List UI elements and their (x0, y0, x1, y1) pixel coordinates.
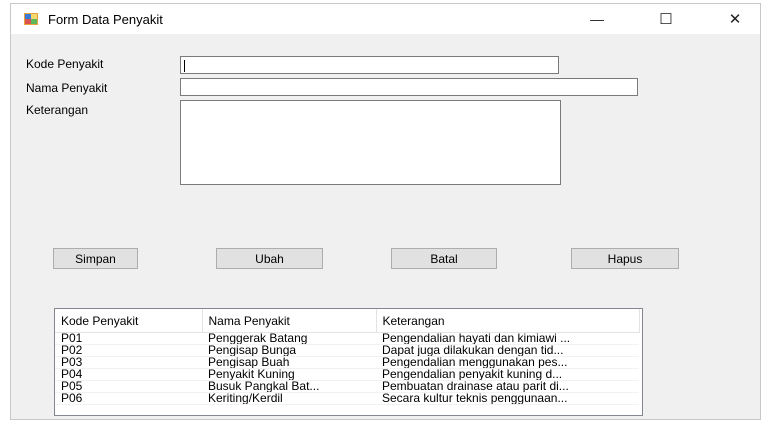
table-cell: P04 (55, 368, 202, 381)
table-cell: Penyakit Kuning (202, 368, 376, 381)
ubah-button[interactable]: Ubah (216, 248, 323, 269)
penyakit-data-grid[interactable]: Kode Penyakit Nama Penyakit Keterangan P… (54, 308, 643, 416)
table-row[interactable]: P03 Pengisap Buah Pengendalian menggunak… (55, 356, 639, 369)
kode-penyakit-label: Kode Penyakit (26, 57, 104, 71)
table-cell: P05 (55, 380, 202, 393)
column-header-keterangan[interactable]: Keterangan (376, 309, 640, 333)
form-app-icon (24, 13, 38, 25)
keterangan-textarea[interactable] (180, 100, 561, 185)
nama-penyakit-label: Nama Penyakit (26, 81, 108, 95)
column-header-nama[interactable]: Nama Penyakit (202, 309, 377, 333)
close-button[interactable]: ✕ (712, 4, 758, 34)
hapus-button[interactable]: Hapus (571, 248, 679, 269)
form-window: Form Data Penyakit — ☐ ✕ Kode Penyakit N… (10, 3, 761, 420)
table-cell: Keriting/Kerdil (202, 392, 376, 405)
table-cell: Busuk Pangkal Bat... (202, 380, 376, 393)
keterangan-label: Keterangan (26, 103, 89, 117)
table-header-row: Kode Penyakit Nama Penyakit Keterangan (55, 309, 640, 333)
table-row[interactable]: P06 Keriting/Kerdil Secara kultur teknis… (55, 392, 639, 405)
minimize-button[interactable]: — (574, 4, 620, 34)
table-cell: P02 (55, 344, 202, 357)
table-cell: Secara kultur teknis penggunaan... (376, 392, 639, 405)
table-row[interactable]: P01 Penggerak Batang Pengendalian hayati… (55, 332, 639, 345)
table-cell: P01 (55, 332, 202, 345)
table-cell: Pengisap Buah (202, 356, 376, 369)
table-cell: Penggerak Batang (202, 332, 376, 345)
table-cell: Pengendalian menggunakan pes... (376, 356, 639, 369)
table-cell: Pengendalian hayati dan kimiawi ... (376, 332, 639, 345)
batal-button[interactable]: Batal (391, 248, 497, 269)
table-row[interactable]: P04 Penyakit Kuning Pengendalian penyaki… (55, 368, 639, 381)
table-cell: Pembuatan drainase atau parit di... (376, 380, 639, 393)
table-cell: Pengendalian penyakit kuning d... (376, 368, 639, 381)
simpan-button[interactable]: Simpan (53, 248, 138, 269)
title-bar: Form Data Penyakit — ☐ ✕ (11, 4, 760, 34)
table-row[interactable]: P02 Pengisap Bunga Dapat juga dilakukan … (55, 344, 639, 357)
nama-penyakit-input[interactable] (180, 78, 638, 96)
table-row[interactable]: P05 Busuk Pangkal Bat... Pembuatan drain… (55, 380, 639, 393)
table-cell: P03 (55, 356, 202, 369)
table-cell: Dapat juga dilakukan dengan tid... (376, 344, 639, 357)
maximize-icon: ☐ (659, 11, 673, 28)
column-header-kode[interactable]: Kode Penyakit (55, 309, 203, 333)
kode-penyakit-input[interactable] (180, 56, 559, 74)
window-title: Form Data Penyakit (48, 12, 163, 27)
penyakit-table: Kode Penyakit Nama Penyakit Keterangan P… (55, 309, 640, 405)
text-caret (184, 60, 185, 72)
table-cell: Pengisap Bunga (202, 344, 376, 357)
minimize-icon: — (590, 11, 604, 27)
close-icon: ✕ (728, 11, 742, 28)
maximize-button[interactable]: ☐ (643, 4, 689, 34)
table-cell: P06 (55, 392, 202, 405)
